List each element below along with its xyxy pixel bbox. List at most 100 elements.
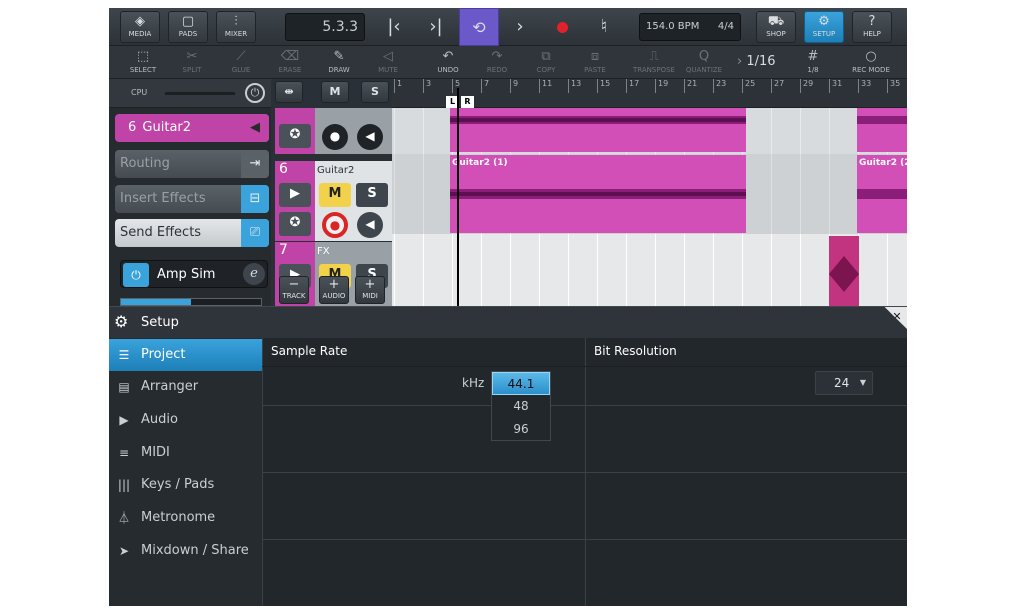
bit-resolution-select[interactable]: 24 ▼ — [815, 371, 873, 395]
inspector-track-header[interactable]: 6 Guitar2 ◀ — [115, 114, 269, 142]
setup-nav-metronome[interactable]: ⏃ Metronome — [109, 502, 262, 534]
track-6-monitor[interactable]: ✪ — [279, 212, 311, 236]
setup-button[interactable]: ⚙ SETUP — [804, 11, 844, 43]
fit-button[interactable]: ⇹ — [275, 81, 303, 103]
draw-tool[interactable]: ✎ DRAW — [315, 48, 363, 77]
ruler-controls: ⇹ M S — [275, 80, 393, 108]
collapse-icon[interactable]: ◀ — [241, 114, 269, 142]
track-5-volume[interactable]: ◀ — [357, 124, 383, 150]
rec-mode-button[interactable]: ○ REC MODE — [847, 48, 895, 77]
rec-mode-icon: ○ — [865, 49, 877, 64]
add-audio-button[interactable]: + AUDIO — [319, 276, 349, 304]
position-display[interactable]: 5.3.3 — [285, 13, 365, 41]
setup-nav-project[interactable]: ☰ Project — [109, 339, 262, 371]
undo-button[interactable]: ↶ UNDO — [424, 48, 472, 77]
plus-icon: + — [364, 277, 376, 292]
transpose-button[interactable]: ⎍ TRANSPOSE — [630, 48, 678, 77]
track-5-record[interactable]: ● — [322, 124, 348, 150]
minus-icon: − — [288, 277, 300, 292]
add-midi-button[interactable]: + MIDI — [355, 276, 385, 304]
track-6-solo[interactable]: S — [356, 183, 388, 207]
monitor-icon: ✪ — [289, 215, 301, 230]
help-icon: ? — [868, 14, 876, 29]
setup-nav-audio[interactable]: ▶ Audio — [109, 404, 262, 436]
right-locator[interactable]: R — [461, 96, 474, 108]
shop-button[interactable]: ⛟ SHOP — [756, 11, 796, 43]
mute-tool[interactable]: ◁ MUTE — [364, 48, 412, 77]
fit-icon: ⇹ — [284, 85, 294, 98]
metronome-icon: ⏃ — [117, 511, 130, 525]
ruler-tick: 33 — [858, 79, 871, 93]
quantize-value[interactable]: › 1/16 — [737, 54, 776, 69]
plugin-slot[interactable]: ⏻ Amp Sim e — [120, 260, 268, 288]
tempo-display[interactable]: 154.0 BPM 4/4 — [639, 13, 741, 41]
send-effects-button[interactable]: Send Effects ⎚ — [115, 219, 269, 247]
edit-toolbar: ⬚ SELECT ✂ SPLIT ⟋ GLUE ⌫ ERASE ✎ DRAW ◁ MUTE … — [109, 46, 907, 79]
grid-button[interactable]: #1/8 — [789, 48, 837, 77]
sample-rate-option[interactable]: 48 — [492, 395, 550, 418]
ruler-tick: 31 — [829, 79, 842, 93]
redo-button[interactable]: ↷ REDO — [473, 48, 521, 77]
quantize-button[interactable]: Q QUANTIZE — [680, 48, 728, 77]
setup-nav-arranger[interactable]: ▤ Arranger — [109, 371, 262, 403]
plugin-power-icon[interactable]: ⏻ — [123, 263, 149, 287]
plugin-slider[interactable] — [120, 298, 262, 306]
ruler-tick: 23 — [713, 79, 726, 93]
ruler-tick: 9 — [510, 79, 518, 93]
erase-tool[interactable]: ⌫ ERASE — [266, 48, 314, 77]
metronome-button[interactable]: ♮ — [585, 11, 623, 43]
setup-nav-midi[interactable]: ≡ MIDI — [109, 437, 262, 469]
setup-nav-keys-pads[interactable]: ||| Keys / Pads — [109, 469, 262, 501]
sample-rate-option[interactable]: 44.1 — [492, 372, 550, 395]
record-button[interactable] — [543, 11, 581, 43]
media-button[interactable]: ◈ MEDIA — [120, 11, 160, 43]
play-button[interactable]: › — [501, 11, 539, 43]
paste-button[interactable]: ⧈ PASTE — [571, 48, 619, 77]
glue-icon: ⟋ — [236, 49, 246, 64]
insert-effects-button[interactable]: Insert Effects ⊟ — [115, 185, 269, 213]
monitor-icon: ✪ — [289, 127, 301, 142]
track-6-record[interactable]: ● — [322, 212, 348, 238]
mixer-button[interactable]: ⫶ MIXER — [216, 11, 256, 43]
clip-guitar2-1[interactable]: Guitar2 (1) — [450, 155, 746, 233]
loop-button[interactable]: ⟲ — [459, 8, 499, 46]
sample-rate-option[interactable]: 96 — [492, 418, 550, 441]
timeline-ruler[interactable]: 1 3 5 7 9 11 13 15 17 19 21 23 25 27 29 31 33 35 L R — [392, 79, 907, 108]
track-6-mute[interactable]: M — [319, 183, 351, 207]
select-tool[interactable]: ⬚ SELECT — [119, 48, 167, 77]
track-header-6[interactable]: 6 Guitar2 ▶ M S ✪ ● ◀ — [275, 161, 392, 241]
arrange-view[interactable]: Guitar2 (1) Guitar2 (2 — [392, 108, 907, 306]
track-6-play[interactable]: ▶ — [279, 183, 311, 207]
sample-rate-dropdown[interactable]: 44.1 48 96 — [491, 371, 551, 441]
track-6-volume[interactable]: ◀ — [357, 212, 383, 238]
close-button[interactable]: ✕ — [884, 307, 907, 329]
solo-all-button[interactable]: S — [361, 81, 389, 103]
pads-button[interactable]: ▢ PADS — [168, 11, 208, 43]
clip-top-1[interactable] — [450, 108, 746, 152]
chevron-right-icon: › — [737, 54, 743, 69]
forward-button[interactable]: ›| — [417, 11, 455, 43]
add-track-button[interactable]: − TRACK — [279, 276, 309, 304]
mute-all-button[interactable]: M — [321, 81, 349, 103]
routing-button[interactable]: Routing ⇥ — [115, 150, 269, 178]
setup-content: Sample Rate kHz Bit Resolution 44.1 48 9… — [262, 338, 907, 606]
glue-tool[interactable]: ⟋ GLUE — [217, 48, 265, 77]
help-button[interactable]: ? HELP — [852, 11, 892, 43]
ruler-tick: 1 — [394, 79, 402, 93]
clip-top-2[interactable] — [857, 108, 907, 152]
plugin-edit-icon[interactable]: e — [243, 263, 265, 285]
clip-guitar2-2[interactable]: Guitar2 (2 — [857, 155, 907, 233]
rewind-button[interactable]: |‹ — [375, 11, 413, 43]
setup-nav-mixdown-share[interactable]: ➤ Mixdown / Share — [109, 535, 262, 567]
power-icon[interactable]: ⏻ — [245, 83, 265, 103]
copy-button[interactable]: ⧉ COPY — [522, 48, 570, 77]
track-header-5[interactable]: ✪ ● ◀ — [275, 108, 392, 154]
clip-fx-1[interactable] — [829, 236, 859, 306]
routing-icon: ⇥ — [241, 150, 269, 178]
plus-icon: + — [328, 277, 340, 292]
media-icon: ◈ — [135, 14, 145, 29]
track-5-monitor[interactable]: ✪ — [279, 124, 311, 148]
loop-icon: ⟲ — [472, 18, 486, 37]
split-tool[interactable]: ✂ SPLIT — [168, 48, 216, 77]
playhead[interactable] — [457, 88, 459, 306]
